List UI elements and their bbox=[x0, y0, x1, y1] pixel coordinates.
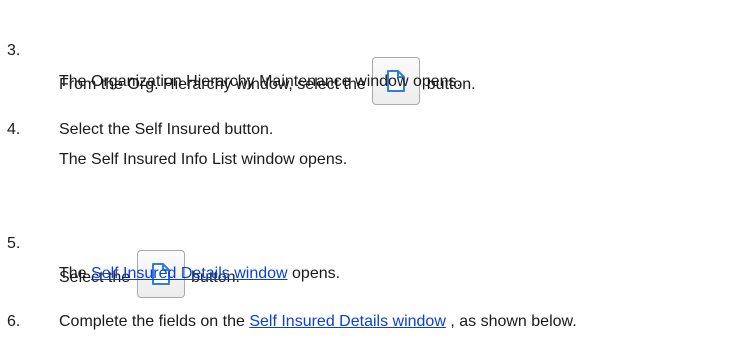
step-number: 6. bbox=[7, 313, 21, 330]
step-number: 3. bbox=[7, 42, 21, 59]
step-6-text-after: , as shown below. bbox=[450, 313, 577, 330]
step-4-instruction: Select the Self Insured button. bbox=[59, 121, 274, 138]
step-5-result-before: The bbox=[59, 265, 87, 282]
step-number: 5. bbox=[7, 235, 21, 252]
step-3-result: The Organization Hierarchy Maintenance w… bbox=[59, 73, 461, 90]
self-insured-details-link[interactable]: Self Insured Details window bbox=[249, 313, 446, 330]
step-4-result: The Self Insured Info List window opens. bbox=[59, 151, 348, 168]
step-5-result-after: opens. bbox=[292, 265, 341, 282]
self-insured-details-link[interactable]: Self Insured Details window bbox=[91, 265, 288, 282]
step-6-instruction: Complete the fields on the Self Insured … bbox=[59, 312, 577, 332]
step-5-result: The Self Insured Details window opens. bbox=[59, 264, 340, 284]
step-number: 4. bbox=[7, 121, 21, 138]
step-6-text-before: Complete the fields on the bbox=[59, 313, 245, 330]
